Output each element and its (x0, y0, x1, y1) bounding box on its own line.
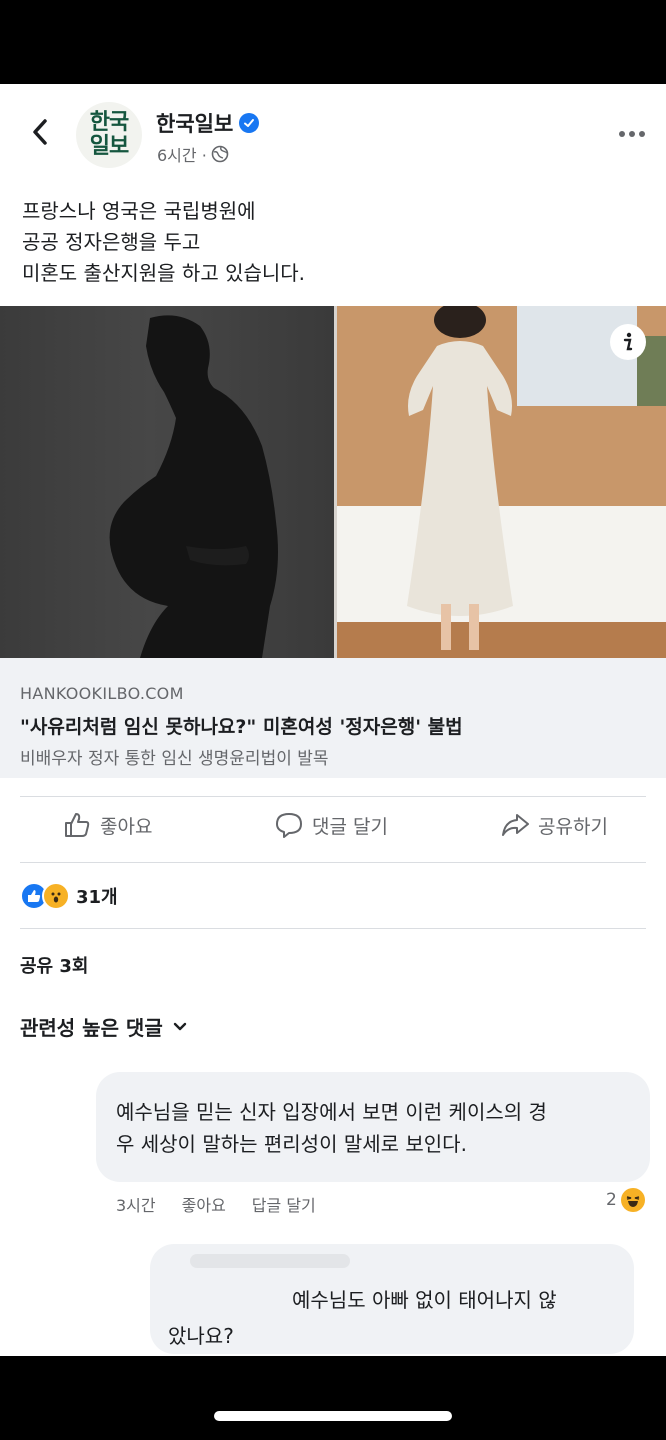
more-options-button[interactable] (612, 124, 652, 144)
page-name-label: 한국일보 (156, 112, 234, 136)
info-icon[interactable] (610, 324, 646, 360)
comment-text-line: 우 세상이 말하는 편리성이 말세로 보인다. (116, 1132, 467, 1156)
post-text-line: 공공 정자은행을 두고 (22, 230, 201, 254)
comment-time: 3시간 (116, 1196, 156, 1215)
post-image[interactable] (0, 306, 666, 658)
reaction-summary[interactable]: 31개 (20, 882, 118, 910)
comment-text-line: 았나요? (168, 1324, 234, 1348)
comment-text: 예수님을 믿는 신자 입장에서 보면 이런 케이스의 경 우 세상이 말하는 편… (116, 1096, 547, 1160)
comment-text-line: 예수님을 믿는 신자 입장에서 보면 이런 케이스의 경 (116, 1100, 547, 1124)
page-name[interactable]: 한국일보 (156, 108, 260, 138)
link-preview[interactable]: HANKOOKILBO.COM "사유리처럼 임신 못하나요?" 미혼여성 '정… (0, 658, 666, 778)
like-button[interactable]: 좋아요 (62, 810, 152, 840)
bottom-bar (0, 1356, 666, 1440)
comment-text-line: 예수님도 아빠 없이 태어나지 않 (292, 1288, 557, 1312)
pregnant-silhouette-photo (0, 306, 334, 658)
comment-button[interactable]: 댓글 달기 (274, 810, 388, 840)
commenter-name-hidden (190, 1254, 350, 1268)
share-count[interactable]: 공유 3회 (20, 952, 88, 978)
comment-reaction-count: 2 (606, 1190, 617, 1210)
link-description: 비배우자 정자 통한 임신 생명윤리법이 발목 (20, 749, 329, 769)
post-screen: 한국 일보 한국일보 6시간 · 프랑스나 영국은 국립병원에 공공 정자은행을… (0, 84, 666, 1356)
woman-in-dress-photo (337, 306, 666, 658)
post-text: 프랑스나 영국은 국립병원에 공공 정자은행을 두고 미혼도 출산지원을 하고 … (22, 196, 642, 289)
post-actions: 좋아요 댓글 달기 공유하기 (0, 796, 666, 858)
wow-reaction-icon (42, 882, 70, 910)
comment-actions: 3시간 좋아요 답글 달기 (116, 1192, 316, 1216)
comment-sort-label: 관련성 높은 댓글 (20, 1016, 163, 1040)
page-avatar[interactable]: 한국 일보 (76, 102, 142, 168)
verified-badge-icon (239, 113, 260, 133)
like-label: 좋아요 (100, 815, 153, 838)
post-meta: 6시간 · (157, 142, 229, 166)
comment-icon (276, 813, 302, 838)
comment-bubble[interactable]: 예수님을 믿는 신자 입장에서 보면 이런 케이스의 경 우 세상이 말하는 편… (96, 1072, 650, 1182)
logo-text-bottom: 일보 (89, 134, 129, 159)
link-domain: HANKOOKILBO.COM (20, 684, 184, 703)
divider (20, 928, 646, 929)
post-text-line: 프랑스나 영국은 국립병원에 (22, 199, 256, 223)
home-indicator[interactable] (214, 1411, 452, 1421)
chevron-down-icon (173, 1022, 186, 1030)
back-button[interactable] (22, 114, 58, 150)
share-button[interactable]: 공유하기 (500, 810, 608, 840)
link-title: "사유리처럼 임신 못하나요?" 미혼여성 '정자은행' 불법 (20, 716, 463, 738)
logo-text-top: 한국 (89, 110, 129, 135)
status-bar (0, 0, 666, 84)
thumbs-up-icon (65, 813, 90, 837)
haha-reaction-icon (620, 1188, 645, 1212)
comment-like-button[interactable]: 좋아요 (182, 1192, 226, 1216)
post-time: 6시간 · (157, 146, 207, 165)
divider (20, 862, 646, 863)
reaction-count: 31개 (76, 887, 118, 908)
ellipsis-icon (619, 131, 645, 137)
comment-reactions[interactable]: 2 (606, 1188, 645, 1212)
comment-label: 댓글 달기 (312, 815, 388, 838)
comment-reply-button[interactable]: 답글 달기 (252, 1192, 316, 1216)
chevron-left-icon (33, 119, 47, 145)
comment-sort-toggle[interactable]: 관련성 높은 댓글 (20, 1012, 187, 1041)
share-icon (502, 814, 529, 836)
post-text-line: 미혼도 출산지원을 하고 있습니다. (22, 261, 306, 285)
globe-icon (211, 145, 229, 163)
share-label: 공유하기 (538, 815, 608, 838)
reply-comment-bubble[interactable]: 예수님도 아빠 없이 태어나지 않 았나요? (150, 1244, 634, 1354)
